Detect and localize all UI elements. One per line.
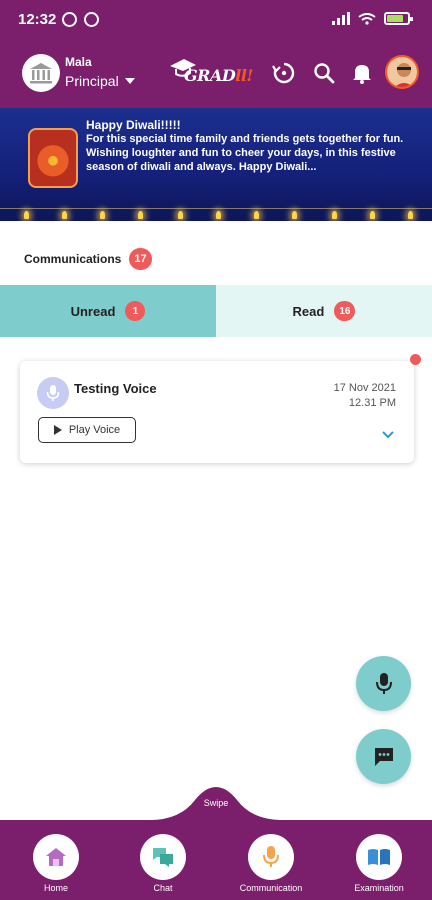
profile-avatar[interactable] xyxy=(385,55,419,89)
microphone-icon xyxy=(375,672,392,694)
record-voice-fab[interactable] xyxy=(356,656,411,711)
nav-examination-circle xyxy=(356,834,402,880)
user-name: Mala xyxy=(65,55,92,69)
building-icon xyxy=(30,63,52,84)
announcement-banner[interactable]: Happy Diwali!!!!! For this special time … xyxy=(0,108,432,221)
nav-chat[interactable]: Chat xyxy=(123,834,203,893)
nav-home[interactable]: Home xyxy=(16,834,96,893)
card-title: Testing Voice xyxy=(74,381,157,396)
home-icon xyxy=(46,848,66,866)
banner-title: Happy Diwali!!!!! xyxy=(86,118,181,132)
swipe-label: Swipe xyxy=(203,798,229,808)
book-icon xyxy=(368,849,390,865)
nav-communication-circle xyxy=(248,834,294,880)
card-time: 12.31 PM xyxy=(348,397,396,409)
communication-card[interactable]: Testing Voice 17 Nov 2021 12.31 PM Play … xyxy=(20,361,414,463)
card-date: 17 Nov 2021 xyxy=(333,382,396,394)
banner-text: For this special time family and friends… xyxy=(86,133,404,173)
signal-icon xyxy=(332,12,350,25)
tab-read-label: Read xyxy=(292,303,325,319)
bottom-navigation: Home Chat Communication Examination xyxy=(0,820,432,900)
app-logo: GRADll! xyxy=(166,56,253,90)
status-time: 12:32 xyxy=(18,11,57,28)
play-voice-button[interactable]: Play Voice xyxy=(38,417,136,443)
nav-examination[interactable]: Examination xyxy=(339,834,419,893)
read-count-badge: 16 xyxy=(334,301,356,321)
nav-chat-label: Chat xyxy=(153,883,173,893)
logo-text: GRADll! xyxy=(184,66,253,85)
unread-indicator-dot xyxy=(410,354,421,365)
nav-chat-circle xyxy=(140,834,186,880)
message-icon xyxy=(374,747,393,766)
microphone-icon xyxy=(263,846,279,867)
communication-tabs: Unread 1 Read 16 xyxy=(0,285,432,337)
history-icon[interactable] xyxy=(272,61,296,85)
chevron-down-icon xyxy=(124,78,135,84)
tab-read[interactable]: Read 16 xyxy=(216,285,432,337)
diwali-thumbnail xyxy=(28,128,78,188)
app-header: Mala Principal GRADll! xyxy=(0,40,432,108)
diya-lights xyxy=(0,203,432,221)
play-voice-label: Play Voice xyxy=(68,424,121,436)
bell-icon[interactable] xyxy=(350,61,374,85)
nav-home-circle xyxy=(33,834,79,880)
role-label: Principal xyxy=(65,73,119,89)
status-bar: 12:32 xyxy=(0,0,432,40)
voice-message-avatar xyxy=(37,377,69,409)
battery-icon xyxy=(384,12,413,25)
nav-home-label: Home xyxy=(43,883,68,893)
chevron-down-icon xyxy=(213,779,223,786)
communications-label: Communications xyxy=(24,252,122,266)
communications-count-badge: 17 xyxy=(129,248,152,270)
nav-communication-label: Communication xyxy=(239,883,303,893)
microphone-icon xyxy=(46,385,60,401)
notification-status-icon xyxy=(84,12,99,27)
chat-icon xyxy=(153,848,173,867)
play-icon xyxy=(53,425,62,435)
unread-count-badge: 1 xyxy=(125,301,146,321)
sync-status-icon xyxy=(62,12,77,27)
search-icon[interactable] xyxy=(312,61,336,85)
expand-chevron-icon[interactable] xyxy=(382,429,394,441)
tab-unread-label: Unread xyxy=(70,303,116,319)
wifi-icon xyxy=(358,12,376,25)
nav-examination-label: Examination xyxy=(354,883,404,893)
card-timestamp: 17 Nov 2021 12.31 PM xyxy=(334,381,396,411)
school-avatar[interactable] xyxy=(22,54,60,92)
communications-heading: Communications 17 xyxy=(24,248,152,270)
role-dropdown[interactable]: Principal xyxy=(65,73,135,89)
nav-communication[interactable]: Communication xyxy=(231,834,311,893)
tab-unread[interactable]: Unread 1 xyxy=(0,285,216,337)
